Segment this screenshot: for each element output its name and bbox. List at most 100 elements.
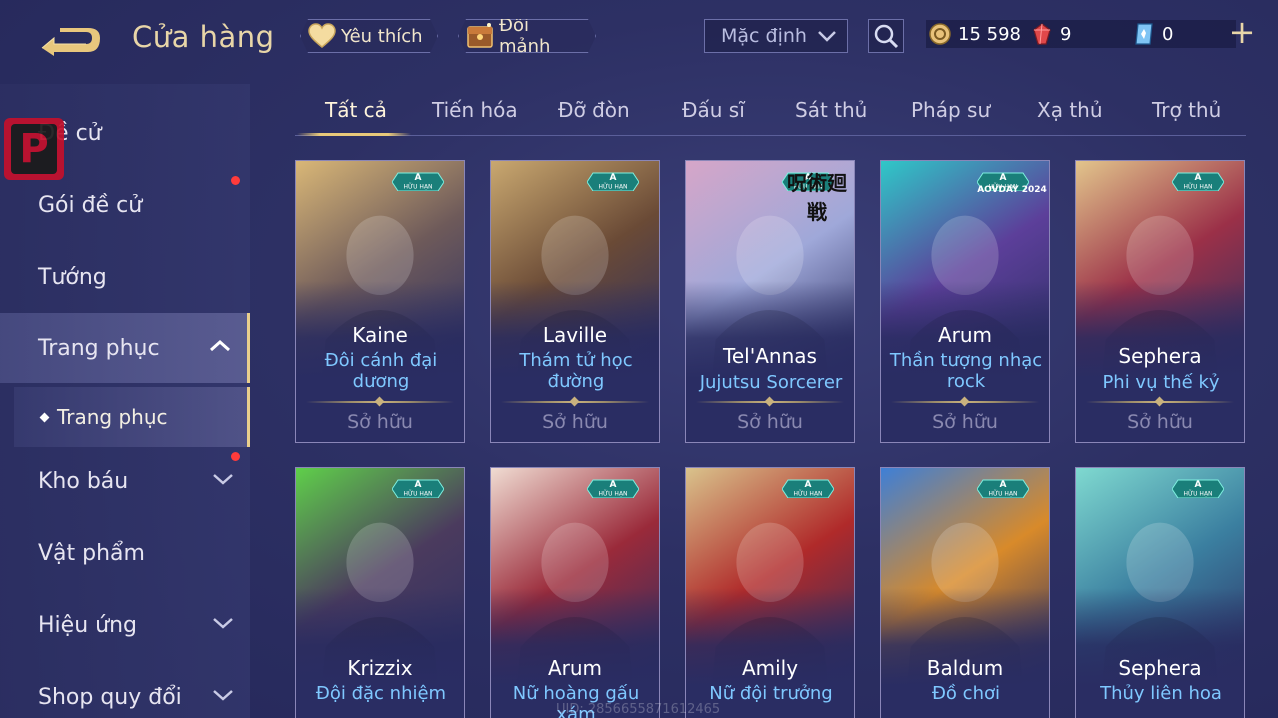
diamond-bullet-icon (39, 412, 50, 423)
category-tabs: Tất cả Tiến hóa Đỡ đòn Đấu sĩ Sát thủ Ph… (295, 88, 1246, 136)
sidebar-item-items[interactable]: Vật phẩm (0, 518, 250, 588)
limited-badge-icon: AHỮU HẠN (1172, 172, 1224, 191)
favorites-button[interactable]: Yêu thích (300, 19, 438, 53)
card-divider (306, 401, 454, 403)
ruby-amount: 9 (1060, 23, 1072, 45)
hero-name: Sephera (1118, 656, 1202, 680)
limited-badge-icon: AHỮU HẠN (782, 479, 834, 498)
tab-tank[interactable]: Đỡ đòn (558, 98, 630, 122)
top-bar: Cửa hàng Yêu thích Đổi mảnh Mặc định 15 … (0, 0, 1278, 75)
skin-card[interactable]: A HỮU HẠN Baldum Đồ chơi (880, 467, 1050, 718)
skin-card[interactable]: A HỮU HẠN AOVDAY 2024 Arum Thần tượng nhạc ro… (880, 160, 1050, 443)
limited-badge-icon: AHỮU HẠN (587, 479, 639, 498)
event-logo: AOVDAY 2024 (977, 163, 1047, 203)
event-logo-text: AOVDAY 2024 (977, 185, 1047, 195)
skin-name: Đồ chơi (931, 683, 1000, 704)
notification-dot (231, 452, 240, 461)
skin-card[interactable]: A HỮU HẠN Krizzix Đội đặc nhiệm (295, 467, 465, 718)
owned-status: Sở hữu (1127, 411, 1193, 433)
event-logo: 呪術廻戦 (782, 163, 852, 224)
sidebar-item-exchange-shop[interactable]: Shop quy đổi (0, 662, 250, 718)
limited-badge-icon: AHỮU HẠN (587, 172, 639, 191)
skin-card[interactable]: A HỮU HẠN Sephera Thủy liên hoa (1075, 467, 1245, 718)
voucher-balance: 0 (1132, 19, 1173, 49)
skin-name: Thủy liên hoa (1100, 683, 1222, 704)
sidebar-item-treasure[interactable]: Kho báu (0, 446, 250, 516)
skin-card[interactable]: A HỮU HẠN Amily Nữ đội trưởng (685, 467, 855, 718)
back-button[interactable] (36, 22, 104, 58)
svg-text:HỮU HẠN: HỮU HẠN (403, 184, 432, 191)
skin-name: Phi vụ thế kỷ (1102, 372, 1220, 393)
card-divider (696, 401, 844, 403)
skin-card[interactable]: A HỮU HẠN 呪術廻戦 Tel'Annas Jujutsu Sorcerer Sở … (685, 160, 855, 443)
svg-text:A: A (415, 173, 422, 183)
hero-name: Arum (547, 656, 603, 680)
hero-name: Arum (937, 323, 993, 347)
sort-dropdown[interactable]: Mặc định (704, 19, 848, 53)
skin-name: Đội đặc nhiệm (315, 683, 447, 704)
sort-dropdown-value: Mặc định (721, 25, 807, 47)
svg-text:HỮU HẠN: HỮU HẠN (988, 491, 1017, 498)
hero-name: Amily (741, 656, 799, 680)
event-logo-text: 呪術廻戦 (787, 171, 847, 224)
sidebar-item-skins[interactable]: Trang phục (0, 313, 250, 383)
limited-badge-icon: AHỮU HẠN (1172, 479, 1224, 498)
fragment-swap-label: Đổi mảnh (499, 15, 551, 57)
fragment-swap-button[interactable]: Đổi mảnh (458, 19, 596, 53)
sidebar-item-label: Shop quy đổi (38, 684, 182, 710)
p-logo-letter: P (11, 124, 57, 174)
tab-assassin[interactable]: Sát thủ (795, 98, 867, 122)
hero-name: Kaine (352, 323, 408, 347)
sidebar-item-label: Kho báu (38, 468, 129, 494)
add-currency-button[interactable]: + (1228, 16, 1256, 48)
card-divider (891, 401, 1039, 403)
limited-badge-icon: AHỮU HẠN (392, 172, 444, 191)
skin-name: Đôi cánh đại dương (324, 350, 438, 392)
p-logo-overlay: P (4, 118, 64, 180)
notification-dot (231, 176, 240, 185)
tab-evolution[interactable]: Tiến hóa (432, 98, 518, 122)
limited-badge-icon: AHỮU HẠN (392, 479, 444, 498)
sidebar-item-recommended-bundles[interactable]: Gói đề cử (0, 170, 250, 240)
page-title: Cửa hàng (132, 20, 275, 54)
tab-all[interactable]: Tất cả (325, 98, 387, 122)
skin-card[interactable]: A HỮU HẠN Laville Thám tử học đường Sở hữu (490, 160, 660, 443)
hero-name: Sephera (1118, 344, 1202, 368)
svg-text:A: A (1195, 173, 1202, 183)
hero-name: Tel'Annas (723, 344, 817, 368)
search-icon (874, 24, 899, 49)
chevron-down-icon (818, 31, 836, 42)
sidebar-subitem-label: Trang phục (57, 405, 168, 429)
search-button[interactable] (868, 19, 904, 53)
sidebar-item-label: Trang phục (38, 335, 160, 361)
limited-badge-icon: AHỮU HẠN (977, 479, 1029, 498)
sidebar-item-effects[interactable]: Hiệu ứng (0, 590, 250, 660)
chevron-up-icon (210, 339, 230, 352)
skin-card[interactable]: A HỮU HẠN Arum Nữ hoàng gấu xám (490, 467, 660, 718)
voucher-amount: 0 (1162, 23, 1174, 45)
tab-support[interactable]: Trợ thủ (1152, 98, 1221, 122)
hero-name: Krizzix (347, 656, 413, 680)
heart-icon (307, 21, 337, 51)
svg-text:A: A (1195, 480, 1202, 490)
owned-status: Sở hữu (737, 411, 803, 433)
skin-card[interactable]: A HỮU HẠN Kaine Đôi cánh đại dương Sở hữu (295, 160, 465, 443)
svg-text:HỮU HẠN: HỮU HẠN (598, 184, 627, 191)
tab-fighter[interactable]: Đấu sĩ (682, 98, 745, 122)
owned-status: Sở hữu (932, 411, 998, 433)
skin-name: Thần tượng nhạc rock (889, 350, 1043, 392)
sidebar-item-heroes[interactable]: Tướng (0, 242, 250, 312)
svg-text:A: A (610, 480, 617, 490)
svg-text:HỮU HẠN: HỮU HẠN (598, 491, 627, 498)
tab-mage[interactable]: Pháp sư (911, 98, 990, 122)
skin-card[interactable]: A HỮU HẠN Sephera Phi vụ thế kỷ Sở hữu (1075, 160, 1245, 443)
sidebar-subitem-skins[interactable]: Trang phục (14, 387, 250, 447)
svg-text:A: A (415, 480, 422, 490)
gold-coin-icon (928, 22, 952, 46)
ruby-balance: 9 (1030, 19, 1071, 49)
user-id-watermark: UID: 2856655871612465 (556, 702, 721, 717)
svg-text:A: A (805, 480, 812, 490)
tab-marksman[interactable]: Xạ thủ (1037, 98, 1103, 122)
back-arrow-icon (41, 28, 100, 56)
svg-text:HỮU HẠN: HỮU HẠN (793, 491, 822, 498)
